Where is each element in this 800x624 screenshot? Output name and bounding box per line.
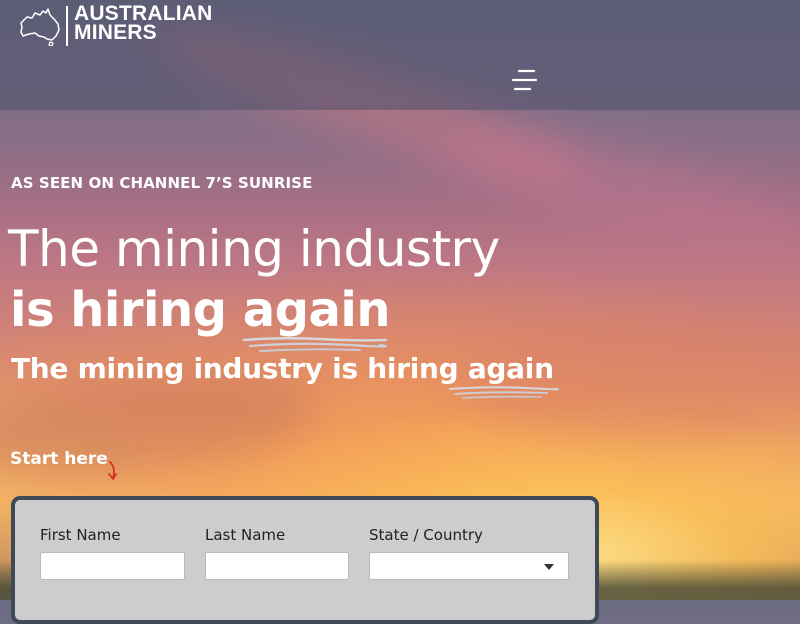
state-country-group: State / Country [369, 526, 569, 580]
first-name-label: First Name [40, 526, 121, 544]
brand-wordmark: AUSTRALIAN MINERS [74, 3, 213, 44]
headline-line1: The mining industry [8, 220, 500, 278]
last-name-label: Last Name [205, 526, 286, 544]
site-header: AUSTRALIAN MINERS [0, 0, 800, 110]
logo-divider [66, 6, 68, 46]
signup-form: First Name Last Name State / Country [11, 496, 599, 624]
curved-arrow-down-icon [108, 461, 117, 480]
state-country-select[interactable] [369, 552, 569, 580]
brand-line2: MINERS [74, 21, 157, 44]
state-country-label: State / Country [369, 526, 483, 544]
subheadline-underline-scribble [449, 386, 559, 399]
chevron-down-icon [544, 564, 554, 570]
as-seen-on-badge: AS SEEN ON CHANNEL 7’S SUNRISE [11, 174, 313, 192]
last-name-input[interactable] [205, 552, 349, 580]
hamburger-menu-icon [511, 69, 538, 91]
first-name-input[interactable] [40, 552, 185, 580]
headline-line2: is hiring again [10, 282, 391, 338]
last-name-group: Last Name [205, 526, 349, 580]
hamburger-menu-button[interactable] [510, 68, 538, 92]
first-name-group: First Name [40, 526, 185, 580]
start-here-label: Start here [10, 449, 108, 469]
australia-map-icon [20, 8, 60, 46]
subheadline: The mining industry is hiring again [11, 352, 554, 385]
brand-logo[interactable]: AUSTRALIAN MINERS [18, 3, 213, 46]
